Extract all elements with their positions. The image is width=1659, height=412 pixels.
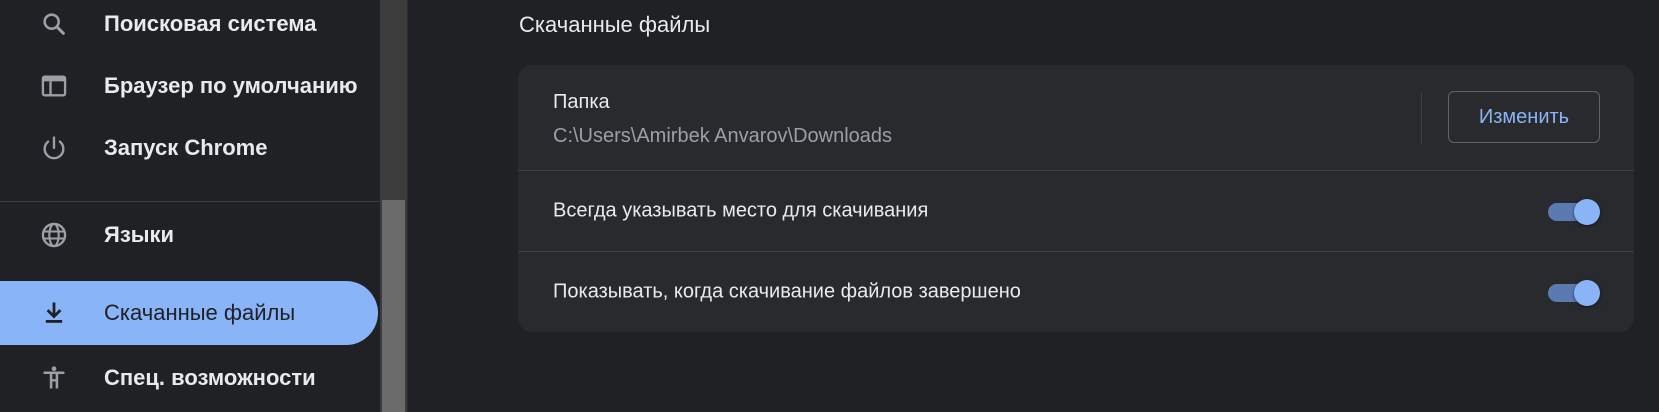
- sidebar-item-label: Спец. возможности: [104, 365, 316, 390]
- sidebar-item-label: Запуск Chrome: [104, 135, 268, 160]
- sidebar-item-default-browser[interactable]: Браузер по умолчанию: [0, 54, 378, 118]
- scrollbar-thumb[interactable]: [382, 200, 405, 412]
- downloads-settings-card: Папка C:\Users\Amirbek Anvarov\Downloads…: [518, 65, 1634, 332]
- row-separator: [1421, 92, 1422, 144]
- ask-where-to-save-toggle[interactable]: [1548, 197, 1600, 225]
- accessibility-icon: [38, 362, 70, 394]
- show-downloads-when-done-toggle[interactable]: [1548, 278, 1600, 306]
- folder-path: C:\Users\Amirbek Anvarov\Downloads: [553, 125, 893, 147]
- search-icon: [38, 8, 70, 40]
- sidebar-item-accessibility[interactable]: Спец. возможности: [0, 346, 378, 410]
- sidebar-item-downloads[interactable]: Скачанные файлы: [0, 281, 378, 345]
- sidebar-item-label: Поисковая система: [104, 11, 317, 36]
- power-icon: [38, 132, 70, 164]
- download-icon: [38, 297, 70, 329]
- sidebar-scrollbar[interactable]: [380, 0, 407, 412]
- sidebar-item-label: Браузер по умолчанию: [104, 73, 358, 98]
- section-title: Скачанные файлы: [519, 12, 711, 37]
- settings-sidebar: Поисковая система Браузер по умолчанию З…: [0, 0, 380, 412]
- toggle-label: Показывать, когда скачивание файлов заве…: [553, 280, 1021, 303]
- folder-label: Папка: [553, 91, 610, 113]
- browser-window-icon: [38, 70, 70, 102]
- download-folder-row: Папка C:\Users\Amirbek Anvarov\Downloads…: [518, 65, 1634, 170]
- change-folder-button[interactable]: Изменить: [1448, 91, 1600, 143]
- toggle-label: Всегда указывать место для скачивания: [553, 199, 929, 222]
- panel-divider: [407, 0, 408, 412]
- globe-icon: [38, 219, 70, 251]
- chrome-settings-window: Поисковая система Браузер по умолчанию З…: [0, 0, 1659, 412]
- sidebar-item-on-startup[interactable]: Запуск Chrome: [0, 116, 378, 180]
- sidebar-item-languages[interactable]: Языки: [0, 203, 378, 267]
- toggle-knob: [1574, 280, 1600, 306]
- show-downloads-when-done-row[interactable]: Показывать, когда скачивание файлов заве…: [518, 252, 1634, 332]
- sidebar-item-label: Скачанные файлы: [104, 300, 296, 325]
- ask-where-to-save-row[interactable]: Всегда указывать место для скачивания: [518, 171, 1634, 251]
- sidebar-divider: [0, 201, 380, 202]
- sidebar-item-search-engine[interactable]: Поисковая система: [0, 0, 378, 56]
- toggle-knob: [1574, 199, 1600, 225]
- sidebar-item-label: Языки: [104, 222, 175, 247]
